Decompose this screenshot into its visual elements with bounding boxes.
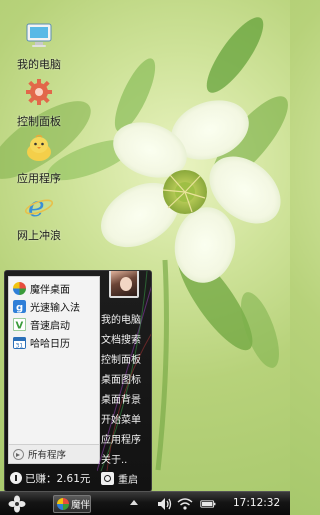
desktop-icon-label: 控制面板 (17, 115, 61, 128)
start-menu-app-haha-calendar[interactable]: 31 哈哈日历 (13, 334, 99, 351)
battery-icon[interactable] (200, 497, 216, 511)
app-label: 光速输入法 (30, 303, 80, 314)
desktop-icon-label: 网上冲浪 (17, 229, 61, 242)
menu-item-my-computer[interactable]: 我的电脑 (101, 311, 151, 329)
start-menu: 魔伴桌面 g 光速输入法 V 音速启动 31 哈哈日历 所有程序 我的电脑 文档… (4, 270, 152, 492)
clock[interactable]: 17:12:32 (233, 497, 280, 509)
app-label: 魔伴桌面 (30, 285, 70, 296)
svg-text:31: 31 (16, 343, 24, 350)
taskbar-item-moban[interactable]: 魔伴 (53, 495, 91, 513)
menu-item-desktop-background[interactable]: 桌面背景 (101, 391, 151, 409)
start-menu-app-yinsu-launcher[interactable]: V 音速启动 (13, 316, 99, 333)
volume-icon[interactable] (157, 497, 173, 511)
earned-amount: 已赚：2.61元 (25, 472, 91, 485)
pinwheel-icon (57, 498, 69, 510)
menu-item-desktop-icons[interactable]: 桌面图标 (101, 371, 151, 389)
user-avatar[interactable] (109, 271, 139, 298)
computer-icon (26, 23, 52, 47)
gear-icon (26, 79, 52, 105)
tray-expand-icon[interactable] (130, 500, 138, 505)
start-menu-app-guangsu-input[interactable]: g 光速输入法 (13, 298, 99, 315)
pinwheel-icon (13, 282, 26, 295)
desktop-icon-label: 我的电脑 (17, 58, 61, 71)
ie-browser-icon: e (24, 191, 54, 221)
app-label: 哈哈日历 (30, 339, 70, 350)
arrow-right-icon (13, 448, 24, 460)
restart-label: 重启 (118, 474, 138, 486)
wifi-icon[interactable] (177, 497, 193, 511)
task-label: 魔伴 (71, 500, 91, 511)
desktop-icon-web-surfing[interactable]: e 网上冲浪 (6, 191, 72, 249)
menu-item-control-panel[interactable]: 控制面板 (101, 351, 151, 369)
desktop-icon-label: 应用程序 (17, 172, 61, 185)
desktop-icon-applications[interactable]: 应用程序 (6, 134, 72, 192)
all-programs-button[interactable]: 所有程序 (9, 444, 99, 463)
chick-icon (27, 134, 51, 161)
start-button[interactable] (8, 495, 26, 513)
menu-item-document-search[interactable]: 文档搜索 (101, 331, 151, 349)
start-menu-footer: 已赚：2.61元 重启 (5, 465, 151, 491)
coin-icon (10, 472, 22, 484)
start-menu-app-mobanzhuomian[interactable]: 魔伴桌面 (13, 280, 99, 297)
all-programs-label: 所有程序 (28, 450, 67, 461)
desktop-icon-control-panel[interactable]: 控制面板 (6, 77, 72, 135)
calendar-icon: 31 (13, 337, 26, 350)
restart-button[interactable]: 重启 (101, 469, 145, 487)
app-label: 音速启动 (30, 321, 70, 332)
menu-item-start-menu[interactable]: 开始菜单 (101, 411, 151, 429)
menu-item-applications[interactable]: 应用程序 (101, 431, 151, 449)
taskbar: 魔伴 17:12:32 (0, 491, 290, 515)
power-icon (101, 471, 114, 485)
desktop-icon-my-computer[interactable]: 我的电脑 (6, 20, 72, 78)
start-menu-app-list: 魔伴桌面 g 光速输入法 V 音速启动 31 哈哈日历 所有程序 (8, 276, 100, 464)
svg-text:g: g (16, 303, 23, 314)
svg-text:V: V (16, 321, 24, 332)
g-input-icon: g (13, 300, 26, 313)
v-launcher-icon: V (13, 318, 26, 331)
